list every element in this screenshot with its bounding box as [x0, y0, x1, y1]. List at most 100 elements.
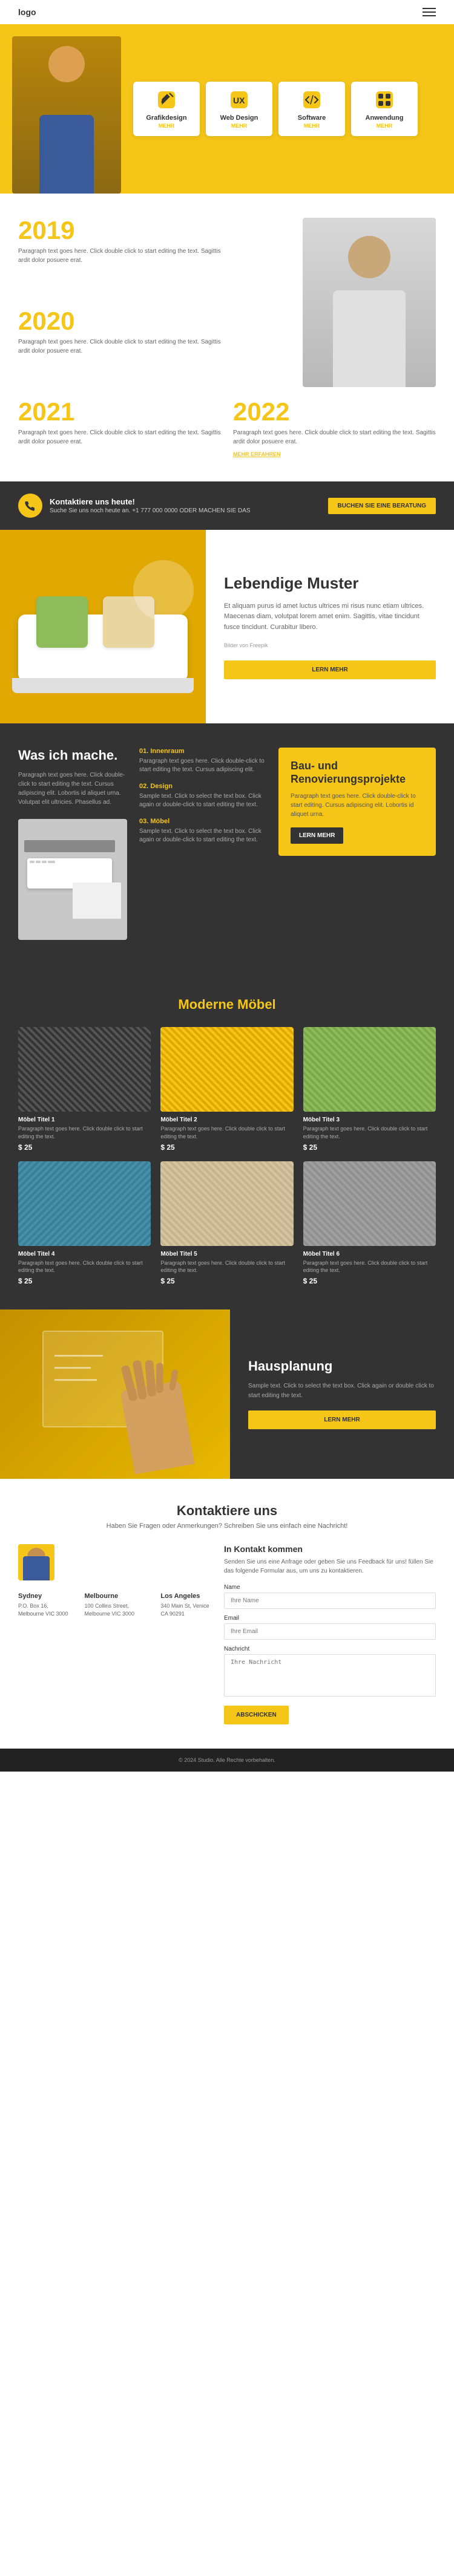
- what-item-1: 02. Design Sample text. Click to select …: [139, 783, 266, 809]
- furniture-item-3: Möbel Titel 4 Paragraph text goes here. …: [18, 1161, 151, 1285]
- hero-card-3[interactable]: Anwendung MEHR: [351, 82, 418, 136]
- what-title: Was ich mache.: [18, 748, 127, 763]
- contact-left-col: Sydney P.O. Box 16, Melbourne VIC 3000 M…: [18, 1544, 212, 1724]
- contact-locations: Sydney P.O. Box 16, Melbourne VIC 3000 M…: [18, 1593, 212, 1619]
- svg-text:UX: UX: [233, 96, 245, 105]
- hero-card-1[interactable]: UX Web Design MEHR: [206, 82, 272, 136]
- hero-card-title-3: Anwendung: [360, 114, 409, 122]
- cta-banner: Kontaktiere uns heute! Suche Sie uns noc…: [0, 481, 454, 530]
- timeline-item-0: 2019 Paragraph text goes here. Click dou…: [18, 218, 221, 296]
- hero-card-2[interactable]: Software MEHR: [278, 82, 345, 136]
- furniture-item-5: Möbel Titel 6 Paragraph text goes here. …: [303, 1161, 436, 1285]
- furniture-title-5: Möbel Titel 6: [303, 1251, 436, 1257]
- furniture-text-5: Paragraph text goes here. Click double c…: [303, 1259, 436, 1274]
- furniture-text-1: Paragraph text goes here. Click double c…: [160, 1125, 293, 1140]
- furniture-price-4: $ 25: [160, 1277, 293, 1285]
- footer: © 2024 Studio. Alle Rechte vorbehalten.: [0, 1749, 454, 1772]
- menu-button[interactable]: [423, 8, 436, 16]
- contact-city-1: Melbourne: [85, 1593, 151, 1600]
- timeline-more-link[interactable]: Mehr erfahren: [233, 451, 436, 457]
- furniture-img-5: [303, 1161, 436, 1246]
- furniture-price-0: $ 25: [18, 1143, 151, 1152]
- what-item-text-2: Sample text. Click to select the text bo…: [139, 827, 266, 844]
- cta-subtitle: Suche Sie uns noch heute an. +1 777 000 …: [50, 507, 251, 514]
- furniture-img-3: [18, 1161, 151, 1246]
- furniture-text-0: Paragraph text goes here. Click double c…: [18, 1125, 151, 1140]
- menu-line-1: [423, 8, 436, 9]
- cta-text-container: Kontaktiere uns heute! Suche Sie uns noc…: [50, 497, 251, 514]
- hero-person-image: [12, 36, 121, 194]
- form-group-name: Name: [224, 1584, 436, 1609]
- timeline-section: 2019 Paragraph text goes here. Click dou…: [0, 194, 454, 481]
- what-item-2: 03. Möbel Sample text. Click to select t…: [139, 818, 266, 844]
- vibrant-title: Lebendige Muster: [224, 574, 436, 593]
- what-item-text-0: Paragraph text goes here. Click double-c…: [139, 757, 266, 774]
- hero-card-link-1[interactable]: MEHR: [214, 123, 264, 129]
- furniture-img-1: [160, 1027, 293, 1112]
- renovation-card: Bau- und Renovierungsprojekte Paragraph …: [278, 748, 436, 856]
- menu-line-2: [423, 11, 436, 13]
- furniture-img-4: [160, 1161, 293, 1246]
- timeline-year-1: 2020: [18, 308, 221, 334]
- contact-form-title: In Kontakt kommen: [224, 1544, 436, 1554]
- hero-person: [12, 36, 133, 194]
- contact-grid: Sydney P.O. Box 16, Melbourne VIC 3000 M…: [18, 1544, 436, 1724]
- contact-location-2: Los Angeles 340 Main St, Venice CA 90291: [160, 1593, 212, 1619]
- furniture-item-2: Möbel Titel 3 Paragraph text goes here. …: [303, 1027, 436, 1151]
- message-textarea[interactable]: [224, 1654, 436, 1697]
- timeline-year-3: 2022: [233, 399, 436, 425]
- ux-icon: UX: [228, 89, 250, 111]
- menu-line-3: [423, 15, 436, 16]
- furniture-img-0: [18, 1027, 151, 1112]
- contact-address-1: 100 Collins Street, Melbourne VIC 3000: [85, 1602, 151, 1619]
- name-input[interactable]: [224, 1593, 436, 1609]
- renovation-title: Bau- und Renovierungsprojekte: [291, 760, 424, 786]
- what-text: Paragraph text goes here. Click double-c…: [18, 771, 127, 807]
- contact-form-text: Senden Sie uns eine Anfrage oder geben S…: [224, 1557, 436, 1576]
- hero-card-title-0: Grafikdesign: [142, 114, 191, 122]
- email-input[interactable]: [224, 1623, 436, 1640]
- what-center-col: 01. Innenraum Paragraph text goes here. …: [139, 748, 266, 948]
- contact-section: Kontaktiere uns Haben Sie Fragen oder An…: [0, 1479, 454, 1749]
- contact-city-0: Sydney: [18, 1593, 75, 1600]
- furniture-title-4: Möbel Titel 5: [160, 1251, 293, 1257]
- furniture-price-5: $ 25: [303, 1277, 436, 1285]
- furniture-text-2: Paragraph text goes here. Click double c…: [303, 1125, 436, 1140]
- what-item-num-2: 03. Möbel: [139, 818, 266, 825]
- cta-button[interactable]: BUCHEN SIE EINE BERATUNG: [328, 498, 436, 514]
- furniture-item-4: Möbel Titel 5 Paragraph text goes here. …: [160, 1161, 293, 1285]
- contact-title: Kontaktiere uns: [18, 1503, 436, 1519]
- submit-button[interactable]: ABSCHICKEN: [224, 1706, 289, 1724]
- what-item-text-1: Sample text. Click to select the text bo…: [139, 792, 266, 809]
- renovation-button[interactable]: LERN MEHR: [291, 827, 343, 844]
- hero-card-title-2: Software: [287, 114, 337, 122]
- contact-address-0: P.O. Box 16, Melbourne VIC 3000: [18, 1602, 75, 1619]
- hero-card-0[interactable]: Grafikdesign MEHR: [133, 82, 200, 136]
- furniture-text-4: Paragraph text goes here. Click double c…: [160, 1259, 293, 1274]
- house-image: [0, 1309, 230, 1479]
- renovation-text: Paragraph text goes here. Click double-c…: [291, 792, 424, 819]
- contact-location-0: Sydney P.O. Box 16, Melbourne VIC 3000: [18, 1593, 75, 1619]
- house-button[interactable]: LERN MEHR: [248, 1410, 436, 1429]
- hero-card-link-0[interactable]: MEHR: [142, 123, 191, 129]
- footer-text: © 2024 Studio. Alle Rechte vorbehalten.: [179, 1757, 275, 1763]
- code-icon: [301, 89, 323, 111]
- furniture-title-0: Möbel Titel 1: [18, 1117, 151, 1123]
- header: logo: [0, 0, 454, 24]
- hero-card-link-3[interactable]: MEHR: [360, 123, 409, 129]
- timeline-text-0: Paragraph text goes here. Click double c…: [18, 247, 221, 265]
- timeline-item-1: 2020 Paragraph text goes here. Click dou…: [18, 308, 221, 387]
- timeline-year-0: 2019: [18, 218, 221, 243]
- what-left-col: Was ich mache. Paragraph text goes here.…: [18, 748, 127, 948]
- contact-right-col: In Kontakt kommen Senden Sie uns eine An…: [224, 1544, 436, 1724]
- what-right-col: Bau- und Renovierungsprojekte Paragraph …: [278, 748, 436, 948]
- vibrant-button[interactable]: LERN MEHR: [224, 660, 436, 679]
- hero-section: Grafikdesign MEHR UX Web Design MEHR Sof…: [0, 24, 454, 194]
- furniture-grid: Möbel Titel 1 Paragraph text goes here. …: [18, 1027, 436, 1285]
- furniture-title-2: Möbel Titel 3: [303, 1117, 436, 1123]
- what-item-num-0: 01. Innenraum: [139, 748, 266, 755]
- contact-address-2: 340 Main St, Venice CA 90291: [160, 1602, 212, 1619]
- hero-card-link-2[interactable]: MEHR: [287, 123, 337, 129]
- vibrant-text: Et aliquam purus id amet luctus ultrices…: [224, 601, 436, 633]
- furniture-title-1: Möbel Titel 2: [160, 1117, 293, 1123]
